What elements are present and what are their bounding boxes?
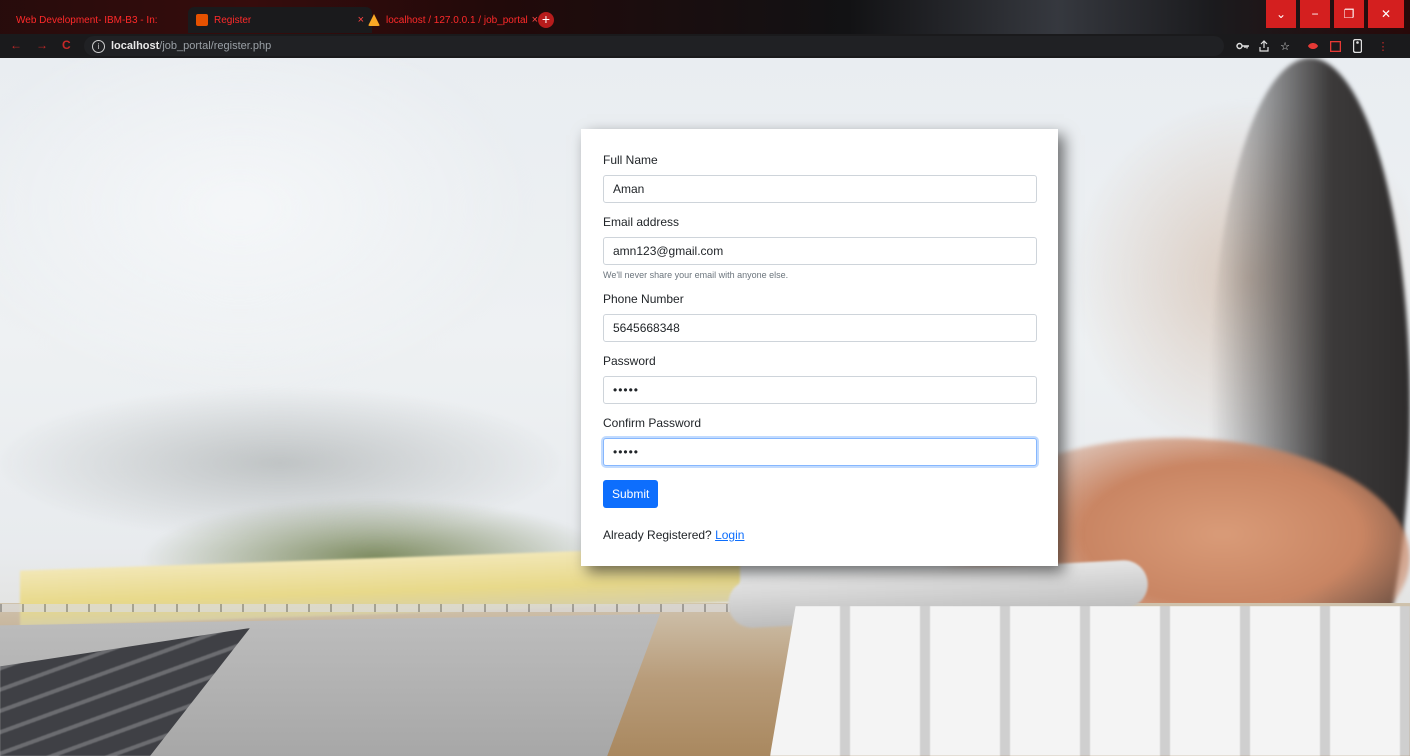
tab-title: localhost / 127.0.0.1 / job_portal [386, 14, 528, 26]
already-registered-text: Already Registered? [603, 528, 712, 542]
email-label: Email address [603, 215, 680, 229]
extension-icon[interactable] [1306, 38, 1320, 54]
menu-icon[interactable]: ⋮ [1378, 38, 1389, 54]
site-info-icon[interactable]: i [92, 39, 105, 53]
tab-title: Web Development- IBM-B3 - In: [16, 14, 158, 26]
tab-search-button[interactable]: ⌄ [1266, 0, 1296, 28]
password-group: Password [603, 354, 1037, 404]
url-bar[interactable]: i localhost /job_portal/register.php [84, 36, 1224, 56]
reload-icon[interactable]: C [62, 38, 71, 52]
password-label: Password [603, 354, 656, 368]
submit-button[interactable]: Submit [603, 480, 659, 508]
login-link[interactable]: Login [715, 528, 744, 542]
tab-web-development[interactable]: Web Development- IBM-B3 - In: × [8, 7, 204, 33]
register-form: Full Name Email address We'll never shar… [581, 129, 1058, 566]
browser-chrome: Web Development- IBM-B3 - In: × Register… [0, 0, 1410, 58]
password-input[interactable] [603, 376, 1037, 404]
tab-strip: Web Development- IBM-B3 - In: × Register… [0, 0, 1410, 34]
background-keyboard [770, 606, 1410, 756]
nav-buttons: ← → C [10, 38, 71, 52]
extension-icon[interactable] [1350, 38, 1364, 54]
extension-icon[interactable] [1328, 38, 1342, 54]
tab-phpmyadmin[interactable]: localhost / 127.0.0.1 / job_portal × [360, 7, 546, 33]
already-registered: Already Registered? Login [603, 528, 1036, 542]
key-icon[interactable] [1236, 38, 1250, 54]
confirm-password-input[interactable] [603, 438, 1037, 466]
url-path: /job_portal/register.php [159, 40, 272, 52]
tab-register[interactable]: Register × [188, 7, 372, 33]
tab-title: Register [214, 14, 252, 26]
phone-group: Phone Number [603, 292, 1037, 342]
full-name-label: Full Name [603, 153, 658, 167]
phone-label: Phone Number [603, 292, 684, 306]
confirm-password-label: Confirm Password [603, 416, 702, 430]
back-icon[interactable]: ← [10, 38, 22, 52]
url-host: localhost [111, 40, 160, 52]
share-icon[interactable] [1257, 38, 1271, 54]
background-light [0, 58, 540, 398]
restore-button[interactable]: ❐ [1334, 0, 1364, 28]
favicon-icon [196, 14, 208, 26]
email-group: Email address We'll never share your ema… [603, 215, 1037, 280]
full-name-input[interactable] [603, 175, 1037, 203]
notebook-spiral [0, 604, 730, 612]
confirm-password-group: Confirm Password [603, 416, 1037, 466]
star-icon[interactable]: ☆ [1278, 38, 1292, 54]
close-window-button[interactable]: ✕ [1368, 0, 1404, 28]
new-tab-button[interactable]: + [538, 12, 554, 28]
email-help-text: We'll never share your email with anyone… [603, 270, 789, 280]
phpmyadmin-icon [368, 14, 380, 26]
phone-input[interactable] [603, 314, 1037, 342]
minimize-button[interactable]: − [1300, 0, 1330, 28]
email-input[interactable] [603, 237, 1037, 265]
full-name-group: Full Name [603, 153, 1037, 203]
forward-icon[interactable]: → [36, 38, 48, 52]
